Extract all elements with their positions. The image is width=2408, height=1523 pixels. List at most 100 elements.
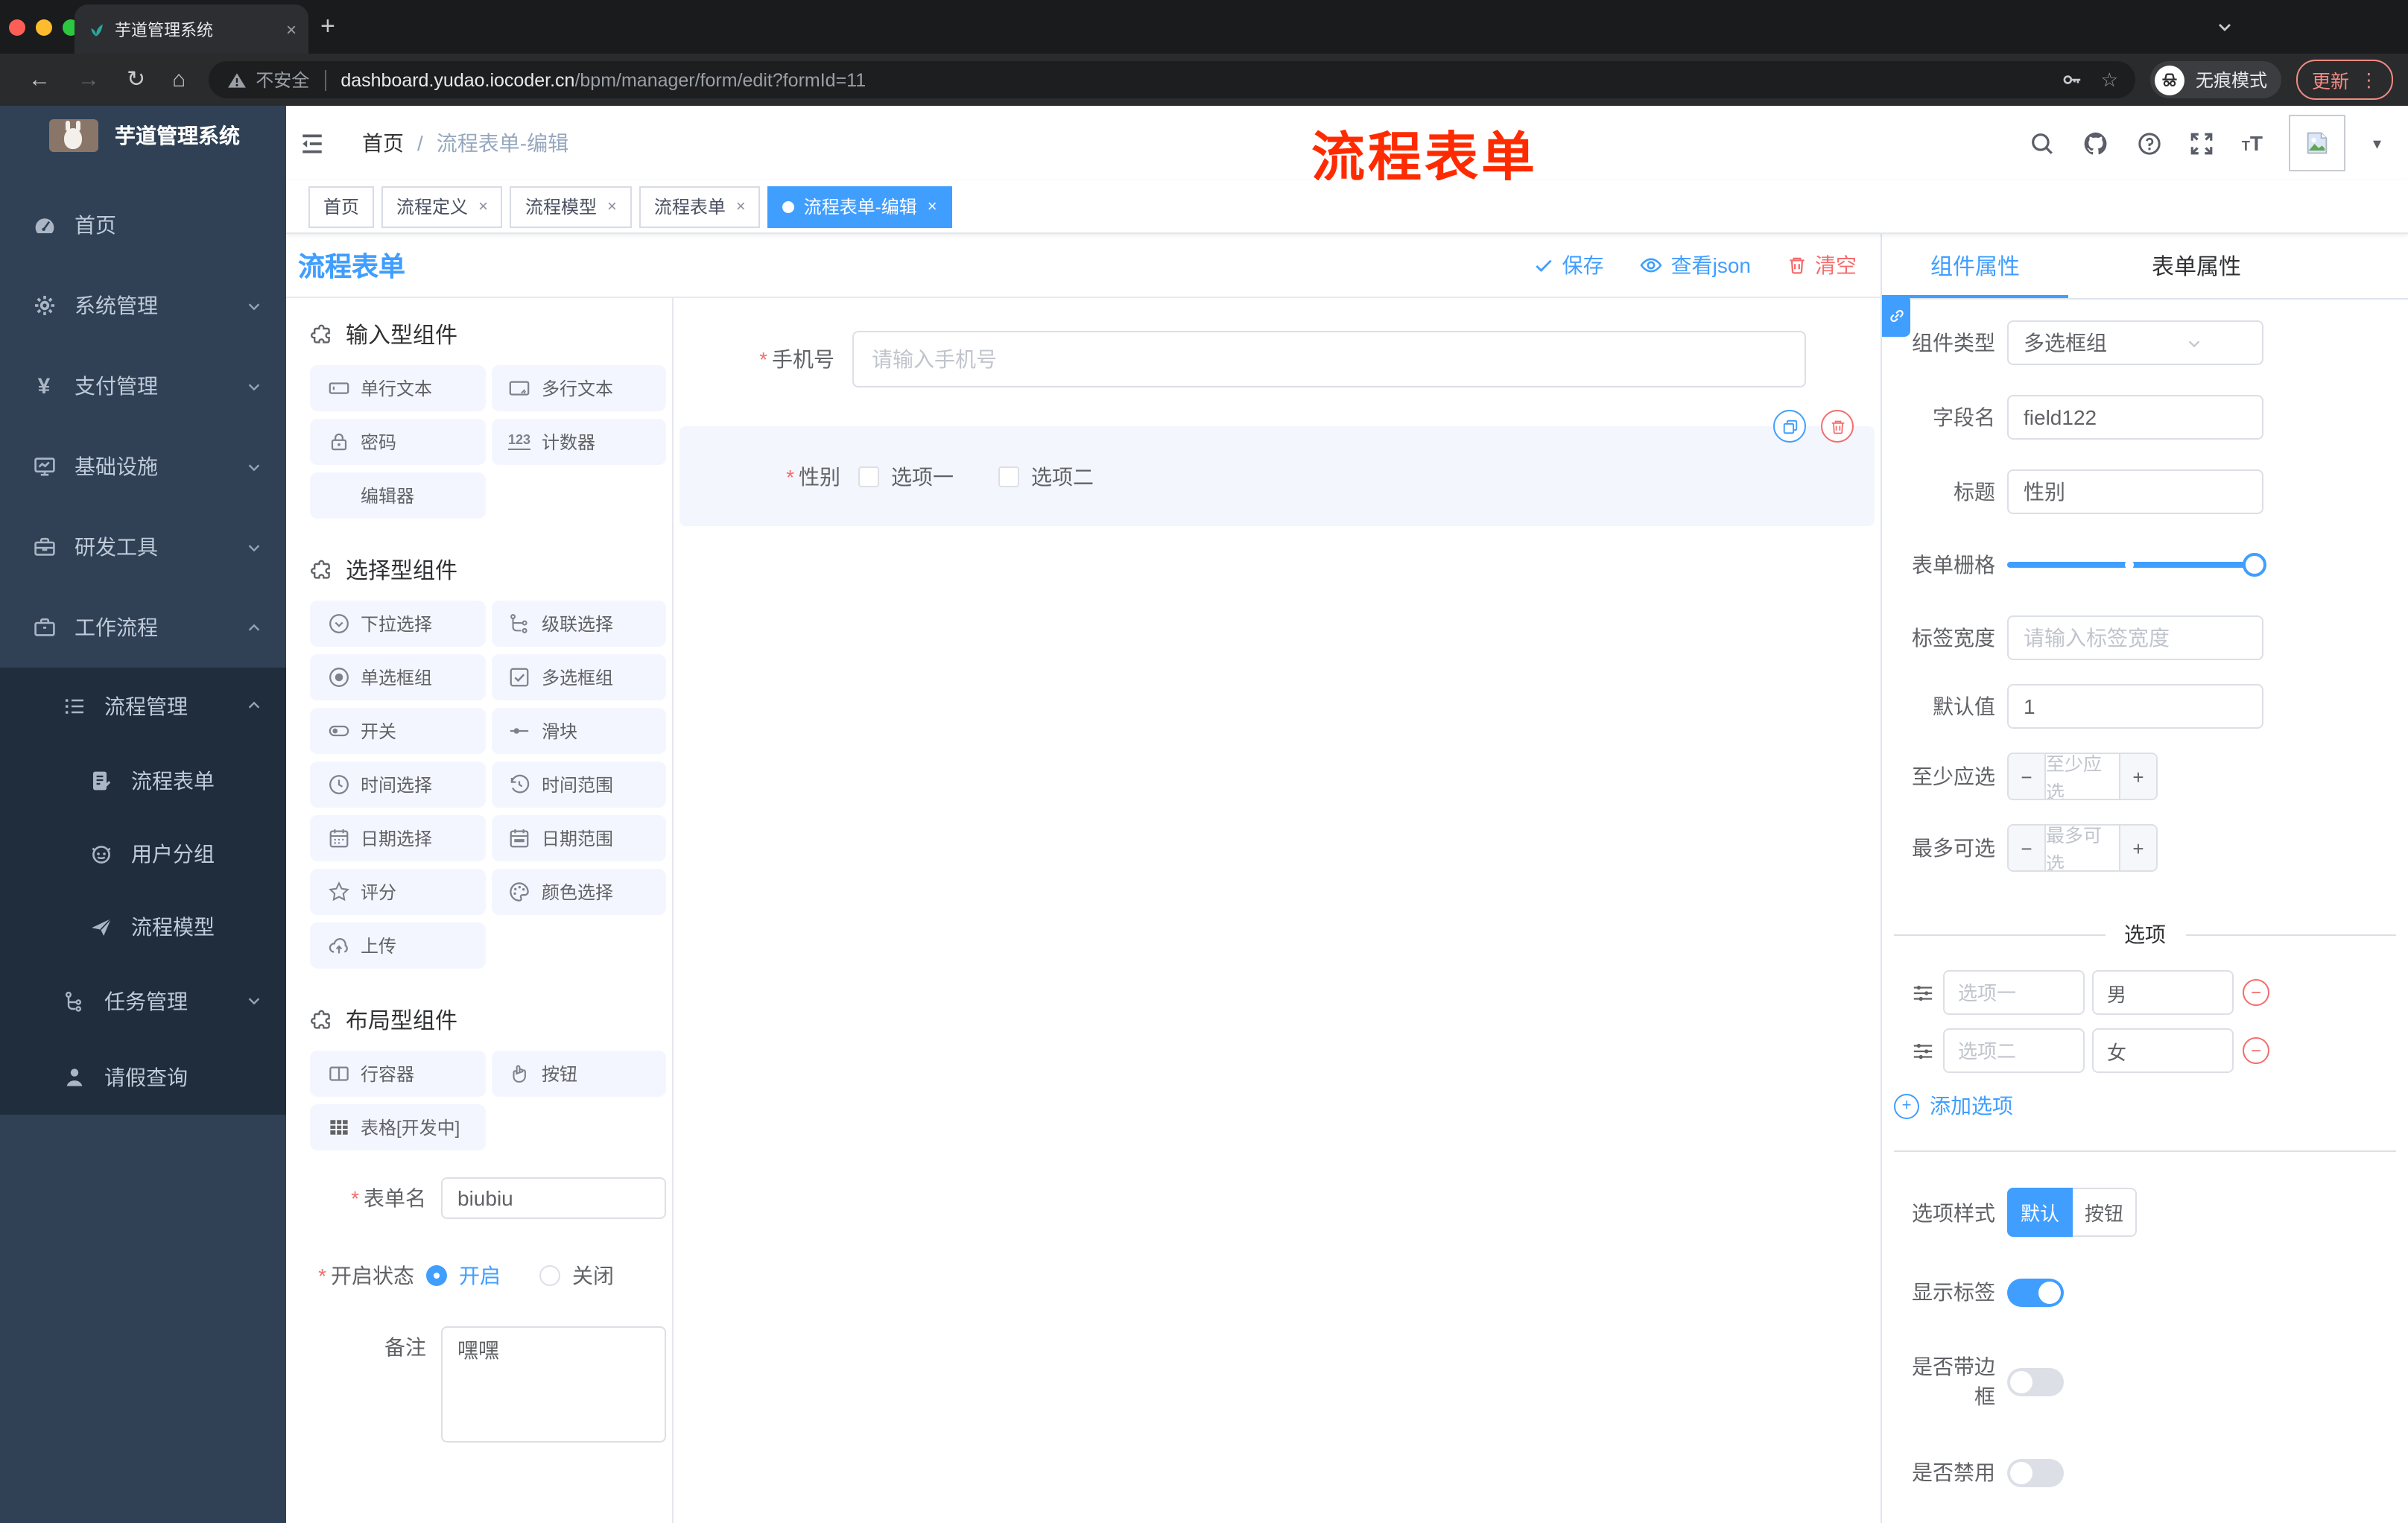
option-style-default[interactable]: 默认 [2007, 1188, 2073, 1237]
palette-item-radio-group[interactable]: 单选框组 [310, 654, 485, 700]
remove-option-button[interactable]: − [2243, 979, 2269, 1006]
help-icon[interactable] [2138, 130, 2163, 156]
gender-option2-checkbox[interactable] [998, 466, 1019, 487]
drag-handle-icon[interactable] [1912, 981, 1934, 1004]
breadcrumb-home[interactable]: 首页 [362, 128, 404, 158]
sidebar-item-system[interactable]: 系统管理 [0, 265, 286, 346]
tag-process-definition[interactable]: 流程定义 × [381, 186, 503, 227]
palette-item-slider[interactable]: 滑块 [491, 708, 666, 754]
form-name-input[interactable] [441, 1177, 666, 1219]
sidebar-item-process-mgmt[interactable]: 流程管理 [0, 668, 286, 744]
tag-close-icon[interactable]: × [607, 197, 617, 215]
palette-item-single-text[interactable]: 单行文本 [310, 365, 485, 411]
sidebar-item-workflow[interactable]: 工作流程 [0, 587, 286, 668]
tag-close-icon[interactable]: × [736, 197, 746, 215]
option1-value-input[interactable] [2092, 970, 2234, 1015]
duplicate-field-button[interactable] [1773, 410, 1806, 443]
sidebar-item-payment[interactable]: ¥ 支付管理 [0, 346, 286, 426]
palette-item-multi-text[interactable]: 多行文本 [491, 365, 666, 411]
update-button[interactable]: 更新 ⋮ [2296, 60, 2393, 100]
sidebar-item-devtools[interactable]: 研发工具 [0, 507, 286, 587]
option-style-button[interactable]: 按钮 [2073, 1188, 2137, 1237]
avatar-caret-icon[interactable]: ▾ [2373, 133, 2381, 153]
github-icon[interactable] [2082, 129, 2111, 157]
palette-item-counter[interactable]: 123 计数器 [491, 419, 666, 465]
browser-tab[interactable]: 芋道管理系统 × [75, 4, 308, 54]
font-size-icon[interactable]: TT [2242, 133, 2263, 153]
decrement-button[interactable]: − [2009, 754, 2046, 799]
option1-label-input[interactable] [1943, 970, 2085, 1015]
sidebar-item-leave-query[interactable]: 请假查询 [0, 1039, 286, 1115]
palette-item-switch[interactable]: 开关 [310, 708, 485, 754]
drag-handle-icon[interactable] [1912, 1039, 1934, 1062]
forward-button[interactable]: → [77, 69, 100, 91]
tab-search-chevron-icon[interactable] [2216, 18, 2234, 36]
palette-item-select[interactable]: 下拉选择 [310, 601, 485, 647]
clear-button[interactable]: 清空 [1787, 250, 1857, 280]
sidebar-item-home[interactable]: 首页 [0, 185, 286, 265]
palette-item-editor[interactable]: 编辑器 [310, 472, 485, 519]
remove-option-button[interactable]: − [2243, 1037, 2269, 1064]
palette-item-checkbox-group[interactable]: 多选框组 [491, 654, 666, 700]
palette-item-upload[interactable]: 上传 [310, 922, 485, 969]
url-field[interactable]: 不安全 dashboard.yudao.iocoder.cn/bpm/manag… [208, 61, 2136, 98]
phone-input[interactable] [852, 331, 1806, 387]
add-option-button[interactable]: + 添加选项 [1894, 1091, 2408, 1121]
tab-form-props[interactable]: 表单属性 [2068, 234, 2325, 298]
palette-item-date-picker[interactable]: 日期选择 [310, 815, 485, 861]
browser-menu-dots-icon[interactable]: ⋮ [2360, 69, 2378, 91]
palette-item-cascader[interactable]: 级联选择 [491, 601, 666, 647]
palette-item-row-container[interactable]: 行容器 [310, 1051, 485, 1097]
fullscreen-icon[interactable] [2190, 130, 2215, 156]
gender-option1-checkbox[interactable] [858, 466, 879, 487]
tag-home[interactable]: 首页 [308, 186, 375, 227]
title-input[interactable] [2007, 469, 2263, 514]
tag-close-icon[interactable]: × [478, 197, 488, 215]
palette-item-date-range[interactable]: 日期范围 [491, 815, 666, 861]
palette-item-time-range[interactable]: 时间范围 [491, 762, 666, 808]
sidebar-item-user-group[interactable]: 用户分组 [0, 817, 286, 890]
min-select-value[interactable]: 至少应选 [2046, 754, 2119, 799]
reload-button[interactable]: ↻ [127, 69, 145, 91]
phone-field[interactable]: 手机号 [674, 331, 1881, 387]
disabled-switch[interactable] [2007, 1458, 2064, 1486]
bookmark-star-icon[interactable]: ☆ [2101, 68, 2118, 92]
palette-item-password[interactable]: 密码 [310, 419, 485, 465]
with-border-switch[interactable] [2007, 1367, 2064, 1396]
palette-item-table[interactable]: 表格[开发中] [310, 1104, 485, 1150]
option2-value-input[interactable] [2092, 1028, 2234, 1073]
collapse-menu-icon[interactable] [298, 130, 326, 156]
default-value-input[interactable] [2007, 684, 2263, 729]
option2-label-input[interactable] [1943, 1028, 2085, 1073]
increment-button[interactable]: + [2119, 826, 2156, 870]
tag-close-icon[interactable]: × [928, 197, 937, 215]
tag-process-form-edit-active[interactable]: 流程表单-编辑 × [767, 186, 952, 227]
minimize-window-button[interactable] [36, 19, 52, 35]
view-json-button[interactable]: 查看json [1640, 250, 1751, 280]
tag-process-model[interactable]: 流程模型 × [510, 186, 632, 227]
user-avatar-broken-image[interactable] [2289, 115, 2346, 171]
decrement-button[interactable]: − [2009, 826, 2046, 870]
palette-item-time-picker[interactable]: 时间选择 [310, 762, 485, 808]
delete-field-button[interactable] [1821, 410, 1854, 443]
remark-textarea[interactable]: 嘿嘿 [441, 1326, 666, 1443]
tag-process-form[interactable]: 流程表单 × [639, 186, 761, 227]
home-button[interactable]: ⌂ [172, 69, 186, 91]
status-on-radio[interactable]: 开启 [426, 1261, 501, 1291]
label-width-input[interactable] [2007, 615, 2263, 660]
field-name-input[interactable] [2007, 395, 2263, 440]
close-window-button[interactable] [9, 19, 25, 35]
status-off-radio[interactable]: 关闭 [539, 1261, 614, 1291]
component-type-select[interactable]: 多选框组 [2007, 320, 2263, 365]
sidebar-item-task-mgmt[interactable]: 任务管理 [0, 963, 286, 1039]
slider-handle[interactable] [2243, 553, 2266, 577]
back-button[interactable]: ← [28, 69, 51, 91]
grid-slider[interactable] [2007, 553, 2266, 577]
search-icon[interactable] [2030, 130, 2056, 156]
password-key-icon[interactable] [2061, 69, 2083, 91]
increment-button[interactable]: + [2119, 754, 2156, 799]
tab-close-icon[interactable]: × [286, 19, 297, 39]
field-link-tab[interactable] [1882, 295, 1910, 337]
sidebar-item-process-model[interactable]: 流程模型 [0, 890, 286, 963]
tab-component-props[interactable]: 组件属性 [1882, 234, 2068, 298]
